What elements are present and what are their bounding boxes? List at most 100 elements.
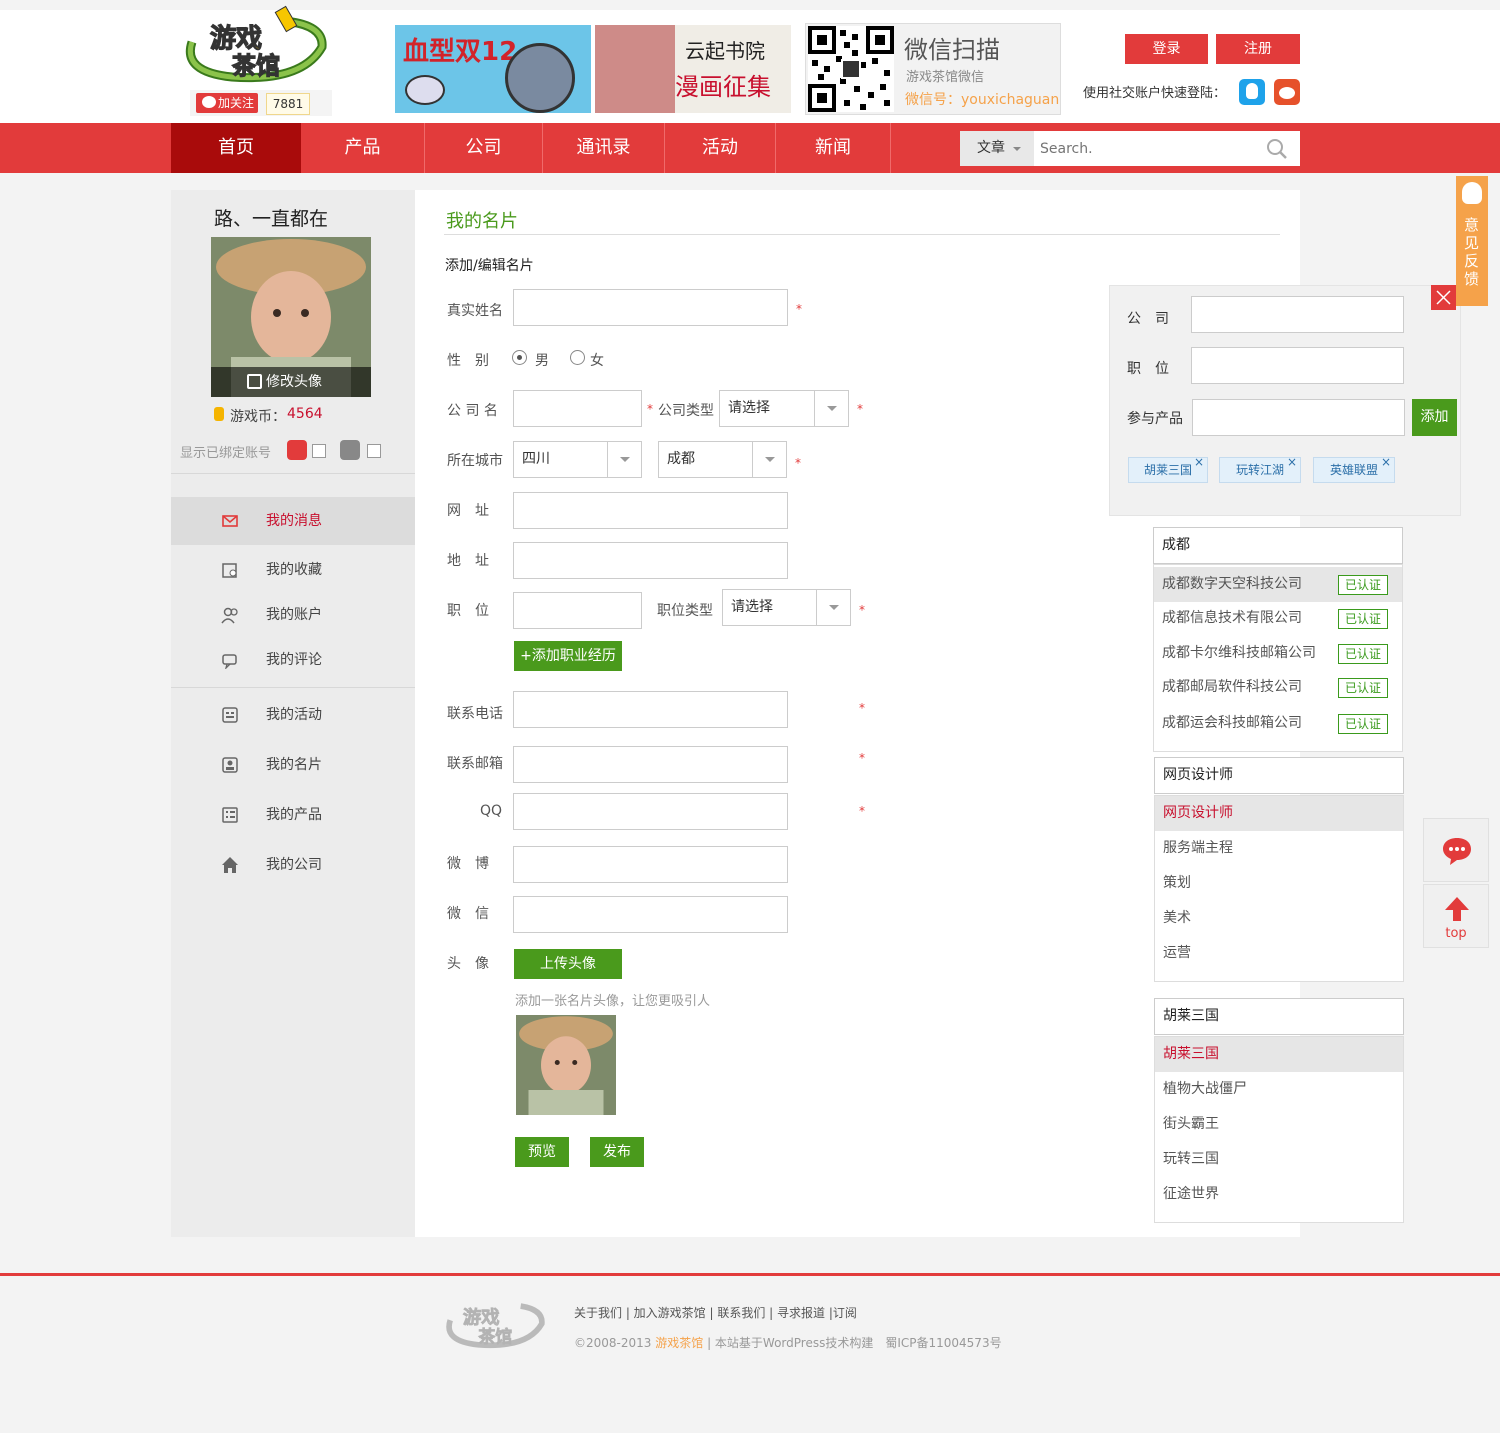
footer-links[interactable]: 关于我们 | 加入游戏茶馆 | 联系我们 | 寻求报道 |订阅 bbox=[574, 1304, 857, 1321]
weibo-bound-checkbox[interactable] bbox=[312, 444, 326, 458]
position-suggestion[interactable]: 美术 bbox=[1155, 901, 1403, 936]
side-menu-events[interactable]: 我的活动 bbox=[171, 691, 415, 739]
position-type-select[interactable]: 请选择 bbox=[722, 589, 851, 626]
upload-avatar-button[interactable]: 上传头像 bbox=[514, 949, 622, 979]
gender-female-radio[interactable] bbox=[570, 350, 585, 365]
required-mark: * bbox=[647, 402, 653, 416]
search-category-select[interactable]: 文章 bbox=[960, 131, 1034, 166]
feedback-tab[interactable]: 意见反馈 bbox=[1456, 176, 1488, 306]
site-logo[interactable]: 游戏 茶馆 bbox=[172, 2, 332, 90]
website-input[interactable] bbox=[513, 492, 788, 529]
chat-button[interactable] bbox=[1423, 818, 1489, 882]
banner-ad-1[interactable]: 血型双12 bbox=[395, 25, 591, 113]
nav-home[interactable]: 首页 bbox=[171, 123, 301, 173]
product-tag[interactable]: 英雄联盟 × bbox=[1313, 455, 1395, 483]
add-experience-button[interactable]: +添加职业经历 bbox=[514, 641, 622, 671]
banner-blood-drop bbox=[405, 75, 445, 105]
qq-input[interactable] bbox=[513, 793, 788, 830]
home-icon bbox=[222, 857, 238, 873]
position-input[interactable] bbox=[513, 592, 642, 629]
search-icon[interactable] bbox=[1266, 138, 1288, 160]
position-suggestion[interactable]: 运营 bbox=[1155, 936, 1403, 971]
panel-product-label: 参与产品 bbox=[1127, 411, 1183, 427]
search-input[interactable] bbox=[1034, 131, 1300, 166]
avatar-preview bbox=[516, 1015, 616, 1115]
nav-products[interactable]: 产品 bbox=[301, 123, 424, 173]
city-select[interactable]: 成都 bbox=[658, 441, 787, 478]
side-menu-card[interactable]: 我的名片 bbox=[171, 741, 415, 789]
position-autocomplete-input[interactable]: 网页设计师 bbox=[1154, 757, 1404, 794]
nav-companies[interactable]: 公司 bbox=[425, 123, 542, 173]
calendar-icon bbox=[222, 707, 238, 723]
wechat-title: 微信扫描 bbox=[904, 36, 1000, 64]
side-menu-messages[interactable]: 我的消息 bbox=[171, 497, 415, 545]
side-menu-company[interactable]: 我的公司 bbox=[171, 841, 415, 889]
product-tag[interactable]: 玩转江湖 × bbox=[1219, 455, 1301, 483]
close-icon[interactable]: × bbox=[1287, 450, 1297, 474]
section-subtitle: 添加/编辑名片 bbox=[445, 258, 534, 274]
preview-button[interactable]: 预览 bbox=[515, 1137, 569, 1167]
required-mark: * bbox=[859, 701, 865, 715]
company-suggestion[interactable]: 成都运会科技邮箱公司 已认证 bbox=[1154, 706, 1402, 741]
nav-contacts[interactable]: 通讯录 bbox=[543, 123, 664, 173]
close-icon[interactable]: × bbox=[1381, 450, 1391, 474]
close-icon[interactable] bbox=[1431, 285, 1456, 310]
product-suggestion[interactable]: 街头霸王 bbox=[1155, 1107, 1403, 1142]
weibo-login-icon[interactable] bbox=[1274, 79, 1300, 105]
banner-ad-2[interactable]: 云起书院 漫画征集 bbox=[595, 25, 791, 113]
edit-avatar-button[interactable]: 修改头像 bbox=[211, 367, 371, 397]
phone-label: 联系电话 bbox=[447, 706, 503, 722]
phone-input[interactable] bbox=[513, 691, 788, 728]
login-button[interactable]: 登录 bbox=[1125, 34, 1208, 64]
side-menu-account[interactable]: 我的账户 bbox=[171, 591, 415, 639]
nav-events[interactable]: 活动 bbox=[665, 123, 775, 173]
website-label: 网 址 bbox=[447, 503, 489, 519]
panel-company-input[interactable] bbox=[1191, 296, 1404, 333]
side-menu-favorites[interactable]: 我的收藏 bbox=[171, 546, 415, 594]
company-type-select[interactable]: 请选择 bbox=[719, 390, 849, 427]
company-suggestion[interactable]: 成都信息技术有限公司 已认证 bbox=[1154, 601, 1402, 636]
province-select[interactable]: 四川 bbox=[513, 441, 642, 478]
close-icon[interactable]: × bbox=[1194, 450, 1204, 474]
qq-login-icon[interactable] bbox=[1239, 79, 1265, 105]
company-name-input[interactable] bbox=[513, 390, 642, 427]
email-input[interactable] bbox=[513, 746, 788, 783]
svg-text:游戏: 游戏 bbox=[210, 24, 262, 54]
panel-add-button[interactable]: 添加 bbox=[1412, 399, 1457, 436]
footer-logo: 游戏 茶馆 bbox=[425, 1292, 560, 1354]
avatar-hint: 添加一张名片头像，让您更吸引人 bbox=[515, 994, 711, 1009]
nav-news[interactable]: 新闻 bbox=[776, 123, 890, 173]
panel-product-input[interactable] bbox=[1192, 399, 1405, 436]
panel-position-input[interactable] bbox=[1191, 347, 1404, 384]
register-button[interactable]: 注册 bbox=[1216, 34, 1300, 64]
weibo-follow-button[interactable]: 加关注 bbox=[196, 93, 258, 113]
gender-male-radio[interactable] bbox=[512, 350, 527, 365]
company-suggestion[interactable]: 成都卡尔维科技邮箱公司 已认证 bbox=[1154, 636, 1402, 671]
publish-button[interactable]: 发布 bbox=[590, 1137, 644, 1167]
social-login-label: 使用社交账户快速登陆： bbox=[1083, 86, 1227, 101]
qq-bound-checkbox[interactable] bbox=[367, 444, 381, 458]
product-suggestion[interactable]: 植物大战僵尸 bbox=[1155, 1072, 1403, 1107]
company-autocomplete-input[interactable]: 成都 bbox=[1153, 527, 1403, 564]
company-suggestion[interactable]: 成都邮局软件科技公司 已认证 bbox=[1154, 670, 1402, 705]
product-suggestion[interactable]: 征途世界 bbox=[1155, 1177, 1403, 1212]
company-suggestion[interactable]: 成都数字天空科技公司 已认证 bbox=[1154, 567, 1402, 602]
side-menu-products[interactable]: 我的产品 bbox=[171, 791, 415, 839]
side-menu-comments[interactable]: 我的评论 bbox=[171, 636, 415, 684]
product-suggestion[interactable]: 胡莱三国 bbox=[1155, 1037, 1403, 1072]
address-input[interactable] bbox=[513, 542, 788, 579]
position-suggestion[interactable]: 网页设计师 bbox=[1155, 796, 1403, 831]
real-name-input[interactable] bbox=[513, 289, 788, 326]
gender-label: 性 别 bbox=[447, 353, 489, 369]
product-suggestion[interactable]: 玩转三国 bbox=[1155, 1142, 1403, 1177]
weibo-input[interactable] bbox=[513, 846, 788, 883]
footer bbox=[0, 1276, 1500, 1433]
position-suggestion[interactable]: 服务端主程 bbox=[1155, 831, 1403, 866]
wechat-id: 微信号：youxichaguan bbox=[905, 92, 1060, 108]
required-mark: * bbox=[859, 603, 865, 617]
product-tag[interactable]: 胡莱三国 × bbox=[1128, 455, 1208, 483]
wechat-input[interactable] bbox=[513, 896, 788, 933]
back-to-top-button[interactable]: top bbox=[1423, 884, 1489, 948]
position-suggestion[interactable]: 策划 bbox=[1155, 866, 1403, 901]
product-autocomplete-input[interactable]: 胡莱三国 bbox=[1154, 998, 1404, 1035]
